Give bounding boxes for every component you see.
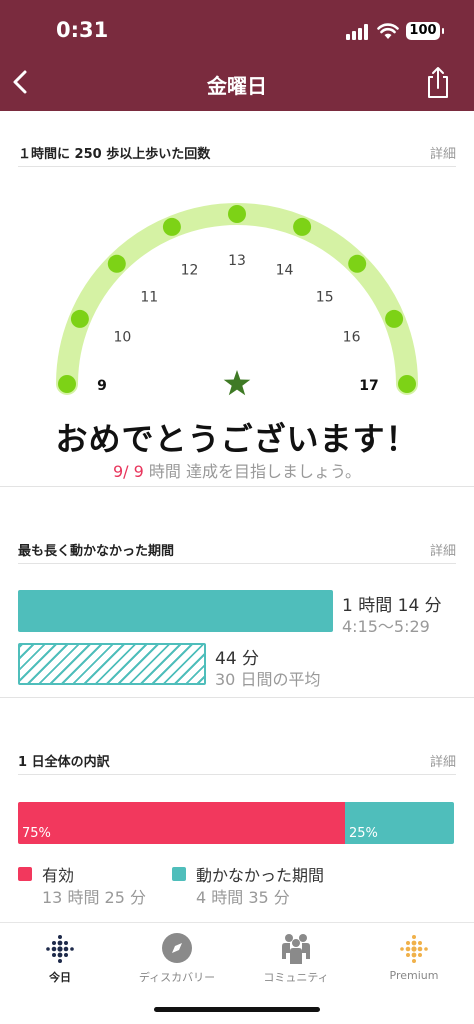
sedentary-segment: 25% <box>345 802 454 844</box>
breakdown-header: 1 日全体の内訳 詳細 <box>18 749 456 775</box>
hour-dot <box>385 309 404 328</box>
hour-dot <box>228 205 246 223</box>
compass-icon <box>162 933 192 963</box>
gauge-track <box>56 203 418 395</box>
page-title: 金曜日 <box>207 74 267 98</box>
hour-dot <box>107 254 126 273</box>
active-percent: 75% <box>22 826 51 841</box>
average-sedentary-label: 30 日間の平均 <box>215 670 321 689</box>
share-button[interactable] <box>424 64 452 100</box>
hour-label: 11 <box>140 289 158 305</box>
sedentary-title: 最も長く動かなかった期間 <box>18 544 175 559</box>
goal-count: 9/ 9 <box>112 462 144 481</box>
section-divider <box>0 486 474 487</box>
hourly-steps-detail-link[interactable]: 詳細 <box>430 143 456 162</box>
legend-value-active: 13 時間 25 分 <box>42 888 146 907</box>
home-indicator <box>154 1007 320 1012</box>
community-icon <box>282 934 310 964</box>
hour-label: 14 <box>276 262 294 278</box>
hour-dot <box>58 375 76 393</box>
premium-dots-icon <box>400 935 428 963</box>
congrats-message: おめでとうございます！ <box>55 420 419 458</box>
tab-label: コミュニティ <box>263 971 329 984</box>
sedentary-detail-link[interactable]: 詳細 <box>430 540 456 559</box>
tab-label: ディスカバリー <box>138 971 216 984</box>
hour-label: 16 <box>343 330 361 346</box>
hour-dot <box>293 217 312 236</box>
hourly-steps-title: １時間に 250 歩以上歩いた回数 <box>18 147 211 162</box>
breakdown-detail-link[interactable]: 詳細 <box>430 751 456 770</box>
tab-label: 今日 <box>49 971 71 984</box>
tab-today[interactable]: 今日 <box>1 931 119 985</box>
average-sedentary-bar <box>18 643 206 685</box>
battery-indicator: 100 <box>406 22 444 40</box>
dots-grid-icon <box>46 935 74 963</box>
status-time: 0:31 <box>56 18 109 42</box>
tab-premium[interactable]: Premium <box>355 931 473 982</box>
wifi-icon <box>377 23 399 39</box>
hour-dot <box>398 375 416 393</box>
tab-community[interactable]: コミュニティ <box>237 931 355 985</box>
tab-discovery[interactable]: ディスカバリー <box>118 931 236 985</box>
hour-label: 10 <box>113 330 131 346</box>
active-segment: 75% <box>18 802 345 844</box>
cell-signal-icon <box>346 24 368 40</box>
legend-swatch-active <box>18 867 32 881</box>
sedentary-header: 最も長く動かなかった期間 詳細 <box>18 538 456 564</box>
breakdown-title: 1 日全体の内訳 <box>18 755 110 770</box>
start-hour-label: 9 <box>97 378 107 394</box>
legend-label-active: 有効 <box>42 866 75 885</box>
legend-value-sedentary: 4 時間 35 分 <box>196 888 290 907</box>
hour-dot <box>348 254 367 273</box>
tab-label: Premium <box>389 969 439 982</box>
longest-sedentary-bar <box>18 590 333 632</box>
hour-label: 13 <box>228 253 246 269</box>
longest-sedentary-range: 4:15～5:29 <box>342 617 430 636</box>
hour-dot <box>162 217 181 236</box>
legend-label-sedentary: 動かなかった期間 <box>196 866 325 885</box>
star-icon <box>223 370 251 396</box>
section-divider <box>0 697 474 698</box>
hour-label: 12 <box>181 262 199 278</box>
hourly-steps-header: １時間に 250 歩以上歩いた回数 詳細 <box>18 141 456 167</box>
legend-swatch-sedentary <box>172 867 186 881</box>
end-hour-label: 17 <box>359 378 378 394</box>
sedentary-percent: 25% <box>349 826 378 841</box>
gauge-dots <box>58 205 416 393</box>
status-bar: 0:31 100 <box>0 14 474 50</box>
breakdown-stacked-bar: 75% 25% <box>18 802 454 844</box>
goal-text: 時間 達成を目指しましょう。 <box>148 462 362 481</box>
hour-label: 15 <box>316 289 334 305</box>
hourly-goal-gauge: 10 11 12 13 14 15 16 9 17 <box>56 203 418 396</box>
app-header: 0:31 100 金曜日 <box>0 0 474 111</box>
hour-dot <box>70 309 89 328</box>
goal-summary: 9/ 9 時間 達成を目指しましょう。 <box>0 458 474 482</box>
